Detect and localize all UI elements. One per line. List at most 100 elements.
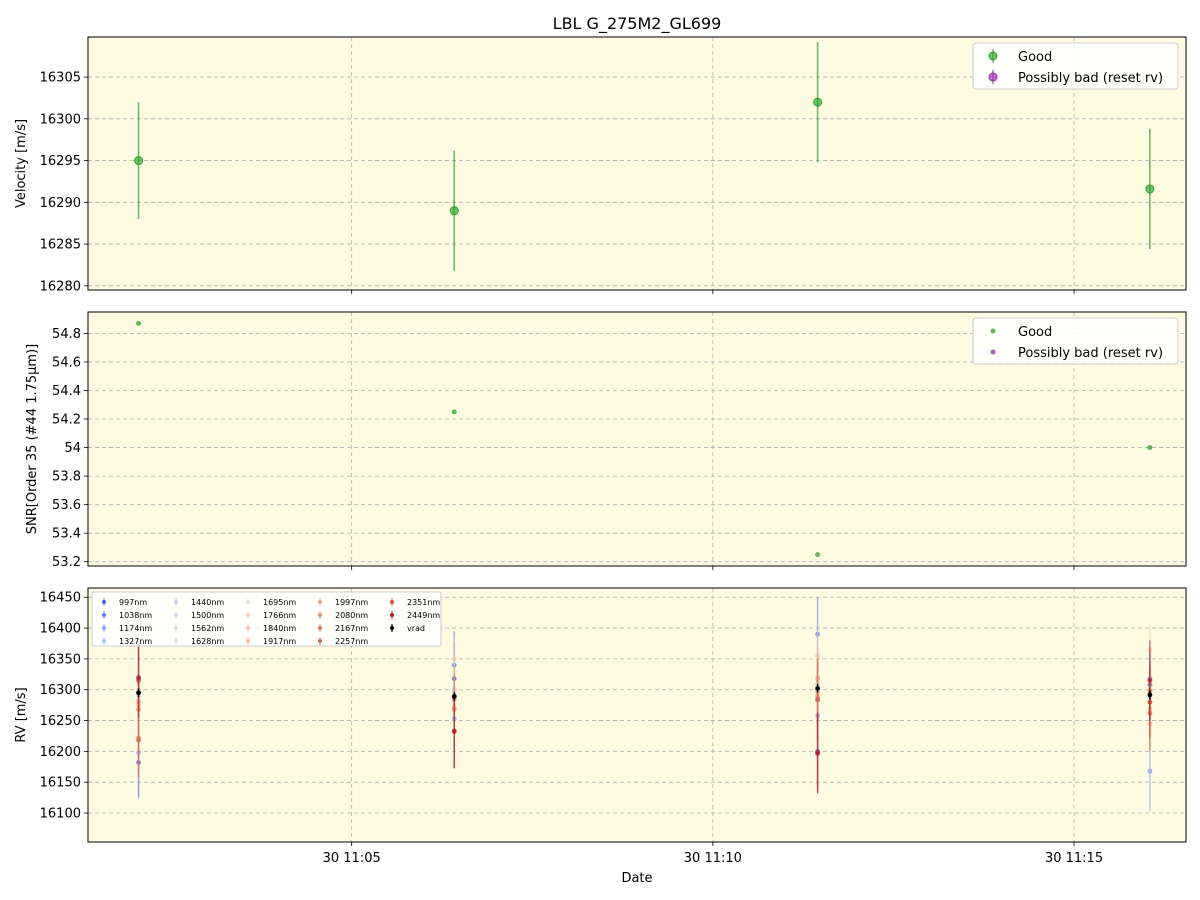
legend-label: 1038nm: [119, 611, 152, 620]
legend-label: Possibly bad (reset rv): [1018, 346, 1163, 361]
y-tick-label: 16100: [40, 807, 81, 822]
legend-marker: [318, 639, 322, 643]
legend-label: 1440nm: [191, 598, 224, 607]
legend-marker: [988, 72, 998, 82]
legend-marker: [174, 613, 178, 617]
data-point: [1147, 445, 1153, 451]
y-tick-label: 16300: [40, 683, 81, 698]
legend-marker: [390, 613, 394, 617]
data-point: [815, 750, 820, 756]
legend-marker: [990, 349, 996, 355]
legend-label: 1917nm: [263, 637, 296, 646]
data-point: [449, 206, 459, 216]
legend-marker: [390, 600, 394, 604]
legend-marker: [990, 328, 996, 334]
y-tick-label: 16150: [40, 776, 81, 791]
data-point: [813, 97, 823, 107]
y-axis-label: SNR[Order 35 (#44 1.75μm)]: [25, 344, 40, 535]
legend-marker: [102, 613, 106, 617]
legend: 997nm 1038nm 1174nm 1327nm 1440nm 1500nm 1562n…: [91, 591, 442, 647]
legend-marker: [318, 600, 322, 604]
legend-label: 2080nm: [335, 611, 368, 620]
panel-2: 53.2 53.4 53.6 53.8 54 54.2 54.4 54.6 54.8 SNR[Or…: [25, 311, 1187, 570]
data-point: [1147, 678, 1153, 683]
legend-marker: [102, 639, 106, 643]
y-tick-label: 53.6: [52, 498, 81, 513]
legend-label: Good: [1018, 325, 1052, 340]
data-point: [451, 656, 457, 662]
y-tick-label: 54.6: [52, 355, 81, 370]
data-point: [136, 320, 142, 326]
legend-marker: [988, 51, 998, 61]
legend-marker: [246, 639, 250, 643]
data-point: [1145, 184, 1155, 194]
x-axis-label: Date: [621, 871, 652, 886]
legend-label: Possibly bad (reset rv): [1018, 71, 1163, 86]
data-point: [136, 690, 141, 696]
legend-label: Good: [1018, 50, 1052, 65]
y-axis-label: Velocity [m/s]: [14, 119, 29, 208]
y-tick-label: 53.2: [52, 555, 81, 570]
legend-marker: [102, 600, 106, 604]
data-point: [136, 737, 141, 743]
legend-label: 1766nm: [263, 611, 296, 620]
data-point: [1147, 768, 1153, 774]
y-tick-label: 54: [64, 441, 81, 456]
x-tick-label: 30 11:05: [323, 851, 381, 866]
legend-label: 1562nm: [191, 624, 224, 633]
data-point: [451, 728, 457, 734]
y-tick-label: 16400: [40, 622, 81, 637]
y-tick-label: 16295: [40, 154, 81, 169]
x-tick-label: 30 11:15: [1045, 851, 1103, 866]
panel-3: 16100 16150 16200 16250 16300 16350 16400 16450…: [14, 587, 1187, 866]
legend-label: 2351nm: [407, 598, 440, 607]
panel-1: 16280 16285 16290 16295 16300 16305 Velocity […: [14, 36, 1187, 294]
y-tick-label: 53.4: [52, 527, 81, 542]
y-tick-label: 16450: [40, 591, 81, 606]
legend-marker: [318, 613, 322, 617]
legend-label: 2167nm: [335, 624, 368, 633]
data-point: [451, 409, 457, 415]
legend-label: 1327nm: [119, 637, 152, 646]
legend-marker: [246, 613, 250, 617]
y-tick-label: 54.8: [52, 327, 81, 342]
legend: Good Possibly bad (reset rv): [972, 42, 1179, 90]
data-point: [815, 686, 820, 691]
legend-marker: [390, 626, 394, 630]
legend-marker: [174, 600, 178, 604]
legend-label: 1695nm: [263, 598, 296, 607]
y-tick-label: 16290: [40, 196, 81, 211]
data-point: [134, 156, 144, 166]
y-tick-label: 16250: [40, 714, 81, 729]
y-tick-label: 16285: [40, 238, 81, 253]
legend-label: 1997nm: [335, 598, 368, 607]
legend-marker: [318, 626, 322, 630]
data-point: [136, 674, 141, 680]
y-tick-label: 53.8: [52, 470, 81, 485]
y-tick-label: 54.4: [52, 384, 81, 399]
legend-marker: [174, 626, 178, 630]
legend-label: 1174nm: [119, 624, 152, 633]
y-tick-label: 16305: [40, 71, 81, 86]
legend-marker: [174, 639, 178, 643]
legend-marker: [246, 626, 250, 630]
figure: LBL G_275M2_GL699 Date 16280162851629016…: [14, 14, 1187, 886]
x-tick-label: 30 11:10: [684, 851, 742, 866]
legend-label: 1840nm: [263, 624, 296, 633]
legend-label: 2257nm: [335, 637, 368, 646]
data-point: [1147, 692, 1153, 698]
legend: Good Possibly bad (reset rv): [972, 317, 1179, 365]
legend-label: vrad: [407, 624, 425, 633]
data-point: [451, 694, 457, 699]
data-point: [815, 696, 820, 702]
y-tick-label: 16300: [40, 112, 81, 127]
y-tick-label: 16200: [40, 745, 81, 760]
legend-label: 2449nm: [407, 611, 440, 620]
legend-label: 1628nm: [191, 637, 224, 646]
data-point: [815, 552, 821, 558]
y-tick-label: 54.2: [52, 413, 81, 428]
legend-label: 1500nm: [191, 611, 224, 620]
legend-marker: [246, 600, 250, 604]
legend-label: 997nm: [119, 598, 147, 607]
chart-title: LBL G_275M2_GL699: [553, 14, 722, 34]
